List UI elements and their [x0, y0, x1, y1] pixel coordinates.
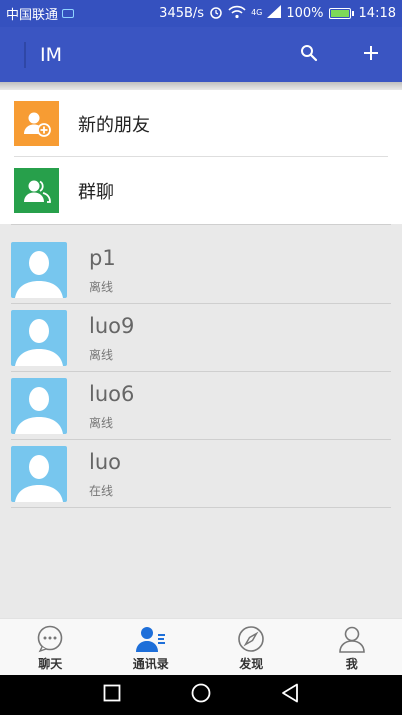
tab-label: 我 [345, 657, 358, 671]
recent-apps-button[interactable] [103, 684, 121, 706]
signal-icon [267, 5, 282, 22]
chat-bubble-icon [35, 624, 65, 654]
contacts-top-divider [11, 224, 391, 225]
tab-discover[interactable]: 发现 [201, 619, 302, 675]
tab-chat[interactable]: 聊天 [0, 619, 101, 675]
person-icon [337, 624, 367, 654]
row-divider [11, 507, 391, 508]
avatar [11, 378, 67, 434]
add-button[interactable] [340, 27, 402, 82]
home-button[interactable] [191, 683, 211, 707]
contact-status: 离线 [89, 348, 114, 362]
carrier-name: 中国联通 [6, 8, 59, 23]
bottom-tab-bar: 聊天 通讯录 发现 我 [0, 618, 402, 675]
search-icon [300, 44, 318, 66]
group-chat-icon [14, 168, 59, 213]
status-bar: 中国联通 345B/s 4G 100% 14:18 [0, 0, 402, 27]
tab-label: 发现 [239, 657, 264, 671]
contact-row[interactable]: luo 在线 [0, 440, 402, 508]
contact-row[interactable]: luo9 离线 [0, 304, 402, 372]
app-bar-actions [278, 27, 402, 82]
tab-contacts[interactable]: 通讯录 [101, 619, 202, 675]
avatar [11, 242, 67, 298]
tab-label: 聊天 [38, 657, 63, 671]
new-friends-label: 新的朋友 [78, 114, 150, 136]
battery-percent: 100% [286, 6, 324, 21]
sim-icon [62, 9, 75, 18]
tab-label: 通讯录 [132, 657, 169, 671]
contact-name: luo9 [89, 314, 135, 338]
network-type: 4G [251, 7, 263, 17]
clock: 14:18 [358, 6, 396, 21]
app-bar-divider [24, 41, 26, 68]
app-bar-shadow [0, 82, 402, 90]
contact-name: luo6 [89, 382, 135, 406]
new-friends-item[interactable]: 新的朋友 [0, 90, 402, 157]
contact-status: 离线 [89, 280, 114, 294]
tab-me[interactable]: 我 [302, 619, 402, 675]
wifi-icon [228, 5, 246, 23]
contact-row[interactable]: luo6 离线 [0, 372, 402, 440]
contact-name: luo [89, 450, 121, 474]
status-right: 345B/s 4G 100% 14:18 [159, 5, 396, 23]
app-title: IM [40, 43, 62, 66]
add-friend-icon [14, 101, 59, 146]
avatar [11, 446, 67, 502]
plus-icon [363, 45, 379, 65]
contact-status: 离线 [89, 416, 114, 430]
app-bar: IM [0, 27, 402, 90]
search-button[interactable] [278, 27, 340, 82]
contact-status: 在线 [89, 484, 114, 498]
battery-icon [328, 8, 354, 19]
carrier-group: 中国联通 [6, 4, 75, 23]
contacts-icon [135, 624, 166, 654]
avatar [11, 310, 67, 366]
network-speed: 345B/s [159, 6, 205, 21]
back-button[interactable] [281, 683, 299, 707]
system-nav-bar [0, 675, 402, 715]
alarm-icon [209, 5, 223, 23]
contact-row[interactable]: p1 离线 [0, 236, 402, 304]
group-chat-label: 群聊 [78, 181, 114, 203]
group-chat-item[interactable]: 群聊 [0, 157, 402, 224]
compass-icon [236, 624, 266, 654]
function-list: 新的朋友 群聊 [0, 90, 402, 224]
contact-name: p1 [89, 246, 116, 270]
